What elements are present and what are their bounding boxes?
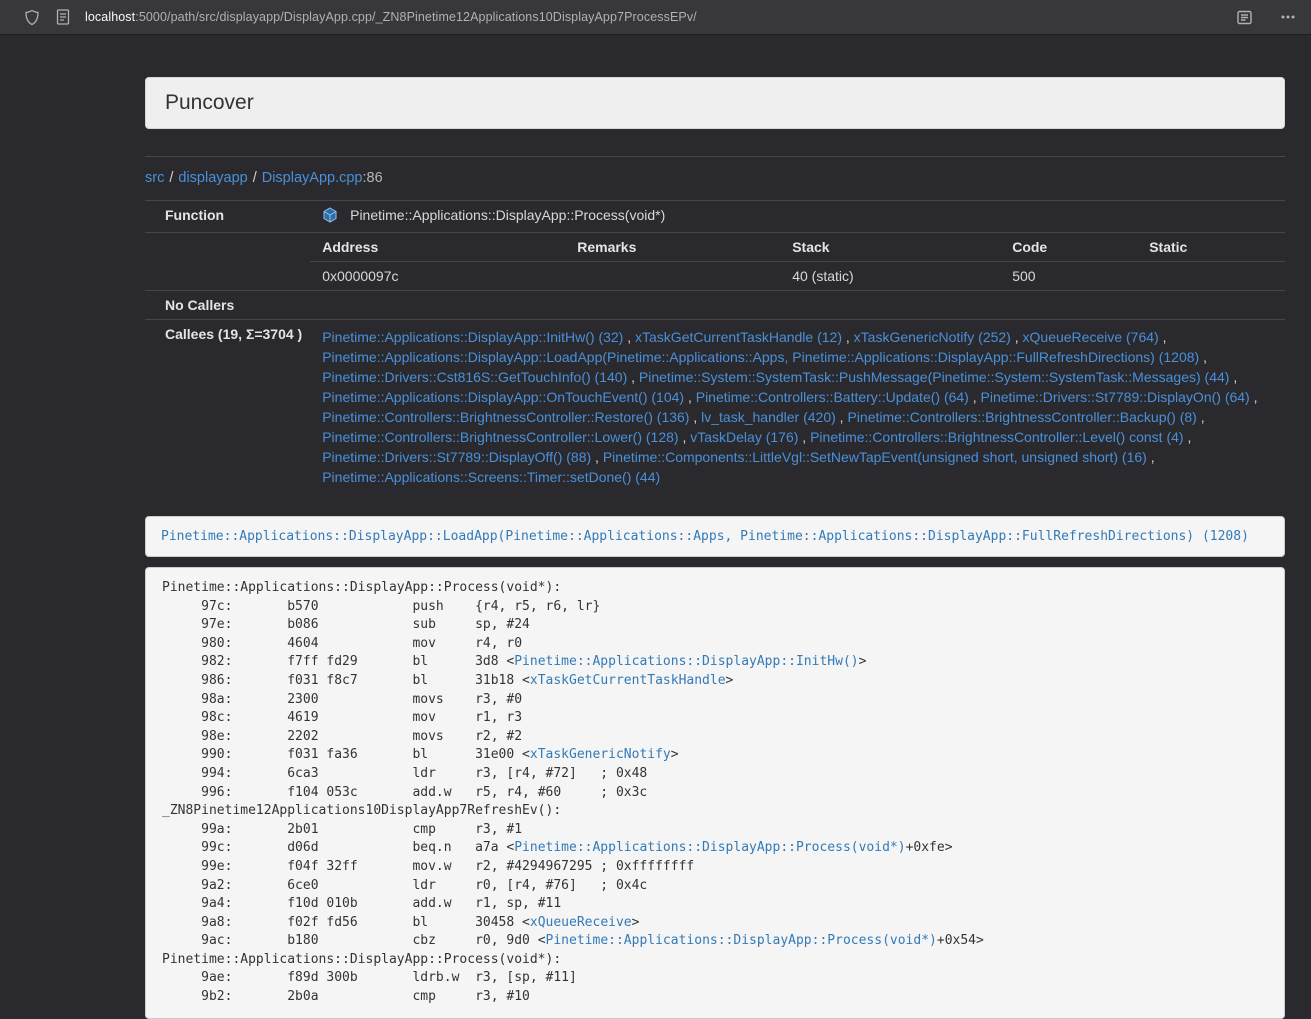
callee-link[interactable]: Pinetime::Controllers::BrightnessControl…: [322, 429, 678, 445]
code-value: 500: [1000, 262, 1137, 291]
code-symbol-link[interactable]: xQueueReceive: [530, 915, 632, 930]
url-host: localhost: [85, 10, 135, 24]
main-content: Puncover src / displayapp / DisplayApp.cpp:8…: [145, 77, 1285, 1019]
callee-separator: ,: [1199, 349, 1207, 365]
page-info-icon[interactable]: [54, 8, 72, 26]
callee-link[interactable]: Pinetime::Applications::DisplayApp::Init…: [322, 329, 623, 345]
code-symbol-link[interactable]: Pinetime::Applications::DisplayApp::Proc…: [514, 840, 905, 855]
browser-toolbar: localhost:5000/path/src/displayapp/Displ…: [0, 0, 1311, 35]
callee-link[interactable]: vTaskDelay (176): [690, 429, 798, 445]
callee-link[interactable]: Pinetime::Drivers::St7789::DisplayOff() …: [322, 449, 591, 465]
col-code: Code: [1000, 233, 1137, 262]
metrics-header-row: Address Remarks Stack Code Static: [310, 233, 1285, 262]
metrics-table: Address Remarks Stack Code Static 0x0000…: [310, 233, 1285, 290]
code-symbol-link[interactable]: xTaskGetCurrentTaskHandle: [530, 673, 726, 688]
breadcrumb-line-number: :86: [362, 170, 382, 186]
code-symbol-link[interactable]: Pinetime::Applications::DisplayApp::Proc…: [546, 933, 937, 948]
function-label: Function: [145, 201, 310, 233]
callees-row: Callees (19, Σ=3704 ) Pinetime::Applicat…: [145, 320, 1285, 497]
callee-separator: ,: [798, 429, 810, 445]
callee-link[interactable]: Pinetime::Drivers::St7789::DisplayOn() (…: [981, 389, 1250, 405]
breadcrumb-link-src[interactable]: src: [145, 170, 164, 186]
disassembly-code: Pinetime::Applications::DisplayApp::Proc…: [145, 567, 1285, 1019]
callee-link[interactable]: xTaskGetCurrentTaskHandle (12): [635, 329, 842, 345]
callee-separator: ,: [969, 389, 981, 405]
selected-symbol-link[interactable]: Pinetime::Applications::DisplayApp::Load…: [161, 529, 1249, 544]
callee-link[interactable]: Pinetime::Controllers::BrightnessControl…: [847, 409, 1196, 425]
function-name: Pinetime::Applications::DisplayApp::Proc…: [350, 207, 665, 223]
url-path: :5000/path/src/displayapp/DisplayApp.cpp…: [135, 10, 697, 24]
callee-separator: ,: [1011, 329, 1023, 345]
callee-link[interactable]: Pinetime::Applications::DisplayApp::OnTo…: [322, 389, 684, 405]
no-callers-row: No Callers: [145, 291, 1285, 320]
function-row: Function Pinetime::Applications::Display…: [145, 201, 1285, 233]
code-symbol-link[interactable]: xTaskGenericNotify: [530, 747, 671, 762]
app-header-panel: Puncover: [145, 77, 1285, 129]
col-remarks: Remarks: [565, 233, 780, 262]
callee-link[interactable]: Pinetime::Controllers::BrightnessControl…: [322, 409, 689, 425]
function-name-cell: Pinetime::Applications::DisplayApp::Proc…: [310, 201, 1285, 233]
breadcrumb-separator: /: [169, 170, 173, 186]
callee-link[interactable]: xTaskGenericNotify (252): [854, 329, 1011, 345]
callee-separator: ,: [623, 329, 635, 345]
breadcrumb: src / displayapp / DisplayApp.cpp:86: [145, 170, 1285, 186]
address-value: 0x0000097c: [310, 262, 565, 291]
callee-separator: ,: [627, 369, 639, 385]
code-symbol-link[interactable]: Pinetime::Applications::DisplayApp::Init…: [514, 654, 858, 669]
callees-label: Callees (19, Σ=3704 ): [145, 320, 310, 497]
breadcrumb-separator: /: [253, 170, 257, 186]
callee-link[interactable]: Pinetime::Drivers::Cst816S::GetTouchInfo…: [322, 369, 627, 385]
callee-separator: ,: [689, 409, 701, 425]
selected-symbol-panel: Pinetime::Applications::DisplayApp::Load…: [145, 516, 1285, 557]
metrics-values-row: 0x0000097c 40 (static) 500: [310, 262, 1285, 291]
metrics-row: Address Remarks Stack Code Static 0x0000…: [145, 233, 1285, 291]
callee-separator: ,: [684, 389, 696, 405]
page-actions-icon[interactable]: [1279, 8, 1297, 26]
callee-separator: ,: [591, 449, 603, 465]
callee-separator: ,: [1250, 389, 1258, 405]
empty-label-cell: [145, 233, 310, 291]
col-static: Static: [1137, 233, 1285, 262]
callee-separator: ,: [1147, 449, 1155, 465]
callees-cell: Pinetime::Applications::DisplayApp::Init…: [310, 320, 1285, 497]
toolbar-actions: [1235, 8, 1297, 26]
callee-link[interactable]: Pinetime::System::SystemTask::PushMessag…: [639, 369, 1230, 385]
page-title: Puncover: [165, 91, 1265, 115]
callee-link[interactable]: Pinetime::Components::LittleVgl::SetNewT…: [603, 449, 1147, 465]
remarks-value: [565, 262, 780, 291]
no-callers-cell: [310, 291, 1285, 320]
callee-link[interactable]: Pinetime::Controllers::BrightnessControl…: [810, 429, 1183, 445]
col-stack: Stack: [780, 233, 1000, 262]
callee-separator: ,: [1184, 429, 1192, 445]
callee-link[interactable]: lv_task_handler (420): [701, 409, 836, 425]
callee-separator: ,: [1229, 369, 1237, 385]
breadcrumb-link-file[interactable]: DisplayApp.cpp: [262, 170, 363, 186]
callee-link[interactable]: Pinetime::Applications::DisplayApp::Load…: [322, 349, 1199, 365]
reader-mode-icon[interactable]: [1235, 8, 1253, 26]
divider: [145, 156, 1285, 157]
callee-separator: ,: [836, 409, 848, 425]
stack-value: 40 (static): [780, 262, 1000, 291]
tracking-protection-shield-icon[interactable]: [23, 8, 41, 26]
callee-link[interactable]: Pinetime::Applications::Screens::Timer::…: [322, 469, 660, 485]
callee-separator: ,: [1197, 409, 1205, 425]
callee-separator: ,: [1159, 329, 1167, 345]
no-callers-label: No Callers: [145, 291, 310, 320]
callee-separator: ,: [679, 429, 691, 445]
metrics-cell: Address Remarks Stack Code Static 0x0000…: [310, 233, 1285, 291]
callees-list: Pinetime::Applications::DisplayApp::Init…: [322, 326, 1277, 490]
callee-link[interactable]: Pinetime::Controllers::Battery::Update()…: [696, 389, 969, 405]
address-bar[interactable]: localhost:5000/path/src/displayapp/Displ…: [85, 10, 1235, 24]
breadcrumb-link-displayapp[interactable]: displayapp: [178, 170, 247, 186]
function-table: Function Pinetime::Applications::Display…: [145, 200, 1285, 496]
static-value: [1137, 262, 1285, 291]
callee-separator: ,: [842, 329, 854, 345]
col-address: Address: [310, 233, 565, 262]
function-icon: [322, 207, 338, 226]
callee-link[interactable]: xQueueReceive (764): [1023, 329, 1159, 345]
